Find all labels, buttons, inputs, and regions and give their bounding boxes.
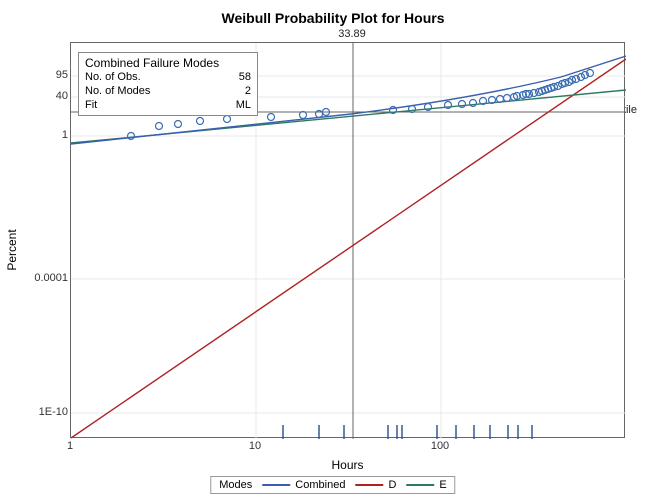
legend-text: D	[388, 479, 396, 491]
legend: Modes Combined D E	[210, 476, 455, 494]
x-tick: 10	[249, 440, 261, 452]
info-label: Fit	[85, 99, 97, 113]
legend-item-d: D	[355, 479, 396, 491]
weibull-probability-plot: Weibull Probability Plot for Hours Perce…	[0, 0, 666, 500]
info-row: No. of Modes 2	[85, 85, 251, 99]
info-box: Combined Failure Modes No. of Obs. 58 No…	[78, 52, 258, 116]
legend-text: E	[439, 479, 446, 491]
info-value: 58	[239, 71, 251, 85]
info-row: Fit ML	[85, 99, 251, 113]
info-row: No. of Obs. 58	[85, 71, 251, 85]
legend-swatch	[355, 484, 383, 486]
info-box-header: Combined Failure Modes	[85, 56, 251, 71]
legend-text: Combined	[295, 479, 345, 491]
rug-ticks	[283, 425, 532, 439]
info-label: No. of Modes	[85, 85, 150, 99]
info-value: ML	[236, 99, 251, 113]
info-value: 2	[245, 85, 251, 99]
y-tick: 1E-10	[8, 406, 68, 418]
y-tick: 1	[8, 129, 68, 141]
legend-title: Modes	[219, 479, 252, 491]
vertical-refline-label: 33.89	[338, 28, 366, 40]
legend-item-combined: Combined	[262, 479, 345, 491]
x-axis-label: Hours	[70, 458, 625, 472]
y-tick: 40	[8, 90, 68, 102]
legend-item-e: E	[406, 479, 446, 491]
y-axis-label: Percent	[5, 229, 19, 270]
legend-swatch	[406, 484, 434, 486]
x-tick: 1	[67, 440, 73, 452]
x-tick: 100	[431, 440, 449, 452]
chart-title: Weibull Probability Plot for Hours	[0, 0, 666, 26]
legend-swatch	[262, 484, 290, 486]
y-tick: 95	[8, 69, 68, 81]
y-tick: 0.0001	[8, 272, 68, 284]
info-label: No. of Obs.	[85, 71, 141, 85]
